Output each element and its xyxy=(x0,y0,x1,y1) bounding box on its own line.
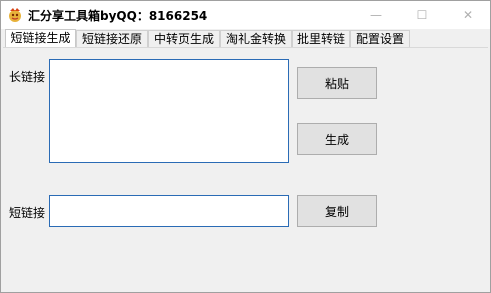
generate-button[interactable]: 生成 xyxy=(297,123,377,155)
copy-button[interactable]: 复制 xyxy=(297,195,377,227)
paste-button[interactable]: 粘贴 xyxy=(297,67,377,99)
tab-panel-short-link-generate: 长链接 粘贴 生成 短链接 复制 xyxy=(3,47,488,291)
tab-taolijin-convert[interactable]: 淘礼金转换 xyxy=(220,30,292,47)
tab-redirect-page-generate[interactable]: 中转页生成 xyxy=(148,30,220,47)
tab-strip: 短链接生成 短链接还原 中转页生成 淘礼金转换 批里转链 配置设置 xyxy=(1,29,490,48)
minimize-icon: — xyxy=(370,8,382,22)
close-button[interactable]: ✕ xyxy=(445,1,491,29)
app-window: 汇分享工具箱byQQ：8166254 — ☐ ✕ 短链接生成 短链接还原 中转页… xyxy=(0,0,491,293)
short-link-input[interactable] xyxy=(49,195,289,227)
minimize-button[interactable]: — xyxy=(353,1,399,29)
app-logo-icon xyxy=(9,8,21,22)
close-icon: ✕ xyxy=(462,8,474,22)
maximize-icon: ☐ xyxy=(416,8,428,22)
long-link-label: 长链接 xyxy=(9,70,46,84)
tab-short-link-generate[interactable]: 短链接生成 xyxy=(5,29,76,48)
window-title: 汇分享工具箱byQQ：8166254 xyxy=(28,9,208,23)
long-link-textarea[interactable] xyxy=(49,59,289,163)
tab-batch-convert[interactable]: 批里转链 xyxy=(292,30,350,47)
tab-settings[interactable]: 配置设置 xyxy=(350,30,410,47)
title-bar: 汇分享工具箱byQQ：8166254 — ☐ ✕ xyxy=(1,1,490,29)
short-link-label: 短链接 xyxy=(9,206,46,220)
tab-short-link-restore[interactable]: 短链接还原 xyxy=(76,30,148,47)
maximize-button[interactable]: ☐ xyxy=(399,1,445,29)
